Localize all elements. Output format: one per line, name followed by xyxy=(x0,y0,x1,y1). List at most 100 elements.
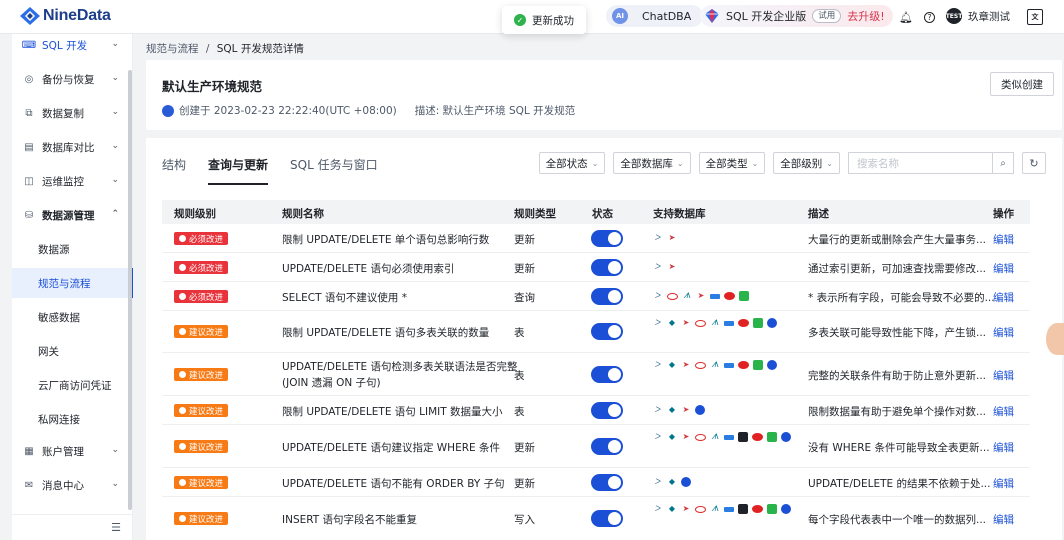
replication-icon: ⧉ xyxy=(25,107,33,119)
sidebar-item-monitor[interactable]: ◫ 运维监控 ⌄ xyxy=(12,166,133,196)
status-toggle[interactable] xyxy=(591,438,623,455)
chatdba-button[interactable]: AI ChatDBA xyxy=(606,5,704,27)
tidb-icon xyxy=(752,433,763,441)
sidebar-item-label: 数据复制 xyxy=(42,107,84,120)
breadcrumb-separator: / xyxy=(205,43,210,55)
tab-structure[interactable]: 结构 xyxy=(162,156,186,185)
table-row: 建议改进 限制 UPDATE/DELETE 语句多表关联的数量 表 ᐳ ◆ ➤ ᗑ 多… xyxy=(162,311,1030,353)
status-toggle[interactable] xyxy=(591,230,623,247)
rule-description: 大量行的更新或删除会产生大量事务... xyxy=(808,234,987,246)
logo[interactable]: NineData xyxy=(20,7,111,25)
sidebar-item-sql-dev[interactable]: ⌨︎ SQL 开发 ⌄ xyxy=(12,30,133,60)
sidebar-subitem-private-link[interactable]: 私网连接 xyxy=(12,404,133,434)
sidebar-item-account[interactable]: ▦ 账户管理 ⌄ xyxy=(12,436,133,466)
sidebar-item-datasource-mgmt[interactable]: ⛁ 数据源管理 ⌃ xyxy=(12,200,133,230)
column-header: 规则级别 xyxy=(174,208,216,220)
creator-icon xyxy=(162,104,174,117)
upgrade-link[interactable]: 去升级! xyxy=(847,8,884,24)
edit-link[interactable]: 编辑 xyxy=(993,232,1014,247)
spec-description: 描述: 默认生产环境 SQL 开发规范 xyxy=(414,105,576,117)
rule-name: UPDATE/DELETE 语句检测多表关联语法是否完整 xyxy=(282,361,518,373)
sidebar-item-label: 数据源管理 xyxy=(42,209,95,222)
edition-badge[interactable]: SQL 开发企业版 试用 去升级! xyxy=(700,5,893,27)
chevron-down-icon: ⌄ xyxy=(111,107,119,117)
edit-link[interactable]: 编辑 xyxy=(993,476,1014,491)
bell-icon[interactable]: 🔔︎ xyxy=(898,9,914,25)
column-header: 规则类型 xyxy=(514,208,556,220)
sidebar-subitem-sensitive[interactable]: 敏感数据 xyxy=(12,302,133,332)
user-menu[interactable]: TEST 玖章测试 xyxy=(946,8,1010,24)
tab-query-update[interactable]: 查询与更新 xyxy=(208,156,269,185)
sidebar-item-compare[interactable]: ▤ 数据库对比 ⌄ xyxy=(12,132,133,162)
table-header: 规则级别 规则名称 规则类型 状态 支持数据库 描述 操作 xyxy=(162,200,1030,224)
edit-link[interactable]: 编辑 xyxy=(993,404,1014,419)
sidebar-subitem-cloud-cred[interactable]: 云厂商访问凭证 xyxy=(12,370,133,400)
subitem-label: 云厂商访问凭证 xyxy=(38,379,112,392)
status-toggle[interactable] xyxy=(591,474,623,491)
collapse-sidebar-icon[interactable]: ☰ xyxy=(12,514,133,540)
assistant-avatar[interactable] xyxy=(1046,323,1064,355)
sidebar-item-label: 消息中心 xyxy=(42,479,84,492)
status-toggle[interactable] xyxy=(591,288,623,305)
type-filter[interactable]: 全部类型 ⌄ xyxy=(698,152,766,174)
refresh-icon[interactable]: ↻ xyxy=(1022,152,1046,174)
sidebar-scrollbar[interactable] xyxy=(128,70,132,510)
sidebar-subitem-datasource[interactable]: 数据源 xyxy=(12,234,133,264)
status-toggle[interactable] xyxy=(591,323,623,340)
rule-description: 没有 WHERE 条件可能导致全表更新... xyxy=(808,442,990,454)
status-filter[interactable]: 全部状态 ⌄ xyxy=(538,152,606,174)
postgresql-icon: ᐳ xyxy=(655,291,661,300)
breadcrumb-parent[interactable]: 规范与流程 xyxy=(146,43,199,55)
subitem-label: 敏感数据 xyxy=(38,311,80,324)
status-toggle[interactable] xyxy=(591,510,623,527)
greenplum-icon xyxy=(739,291,749,301)
greenplum-icon xyxy=(767,432,777,442)
rule-description: 通过索引更新，可加速查找需要修改... xyxy=(808,263,987,275)
rule-name: UPDATE/DELETE 语句建议指定 WHERE 条件 xyxy=(282,442,500,454)
similar-create-button[interactable]: 类似创建 xyxy=(990,72,1054,96)
status-toggle[interactable] xyxy=(591,259,623,276)
status-toggle[interactable] xyxy=(591,366,623,383)
edit-link[interactable]: 编辑 xyxy=(993,261,1014,276)
chevron-down-icon: ⌄ xyxy=(111,175,119,185)
edit-link[interactable]: 编辑 xyxy=(993,290,1014,305)
chevron-down-icon: ⌄ xyxy=(111,479,119,489)
sidebar-item-label: 备份与恢复 xyxy=(42,73,95,86)
mariadb-icon: ➤ xyxy=(682,432,690,441)
sidebar-item-messages[interactable]: ✉︎ 消息中心 ⌄ xyxy=(12,470,133,500)
polardb-icon xyxy=(767,360,777,370)
edit-link[interactable]: 编辑 xyxy=(993,325,1014,340)
translate-icon[interactable]: 文 xyxy=(1027,9,1043,25)
mysql-icon: ◆ xyxy=(668,477,676,486)
success-check-icon: ✓ xyxy=(514,14,526,26)
sidebar-item-replication[interactable]: ⧉ 数据复制 ⌄ xyxy=(12,98,133,128)
rule-name: UPDATE/DELETE 语句必须使用索引 xyxy=(282,263,455,275)
breadcrumb-current: SQL 开发规范详情 xyxy=(216,43,304,55)
rule-description: UPDATE/DELETE 的结果不依赖于处... xyxy=(808,478,991,490)
ai-icon: AI xyxy=(612,8,628,24)
column-header: 状态 xyxy=(592,208,613,220)
edit-link[interactable]: 编辑 xyxy=(993,512,1014,527)
level-filter[interactable]: 全部级别 ⌄ xyxy=(773,152,840,174)
mysql-icon: ᗑ xyxy=(711,504,719,513)
tab-sql-task-window[interactable]: SQL 任务与窗口 xyxy=(290,156,378,185)
sidebar-subitem-spec[interactable]: 规范与流程 xyxy=(12,268,133,298)
help-icon[interactable]: ? xyxy=(924,11,935,23)
edit-link[interactable]: 编辑 xyxy=(993,368,1014,383)
edit-link[interactable]: 编辑 xyxy=(993,440,1014,455)
sidebar-item-backup[interactable]: ◎ 备份与恢复 ⌄ xyxy=(12,64,133,94)
sidebar-subitem-gateway[interactable]: 网关 xyxy=(12,336,133,366)
database-filter[interactable]: 全部数据库 ⌄ xyxy=(613,152,691,174)
supported-db-list: ᐳ ◆ ➤ xyxy=(653,405,793,415)
breadcrumb: 规范与流程 / SQL 开发规范详情 xyxy=(146,41,304,56)
supported-db-list: ᐳ ᗑ ➤ xyxy=(653,291,793,301)
column-header: 规则名称 xyxy=(282,208,324,220)
edition-label: SQL 开发企业版 xyxy=(726,10,807,23)
oracle-icon xyxy=(667,293,678,300)
rule-name: 限制 UPDATE/DELETE 语句多表关联的数量 xyxy=(282,327,490,339)
search-icon[interactable]: ⌕ xyxy=(992,152,1014,174)
backup-icon: ◎ xyxy=(24,73,34,85)
status-toggle[interactable] xyxy=(591,402,623,419)
table-row: 建议改进 限制 UPDATE/DELETE 语句 LIMIT 数据量大小 表 ᐳ… xyxy=(162,396,1030,425)
search-input[interactable]: 搜索名称 xyxy=(848,152,992,174)
